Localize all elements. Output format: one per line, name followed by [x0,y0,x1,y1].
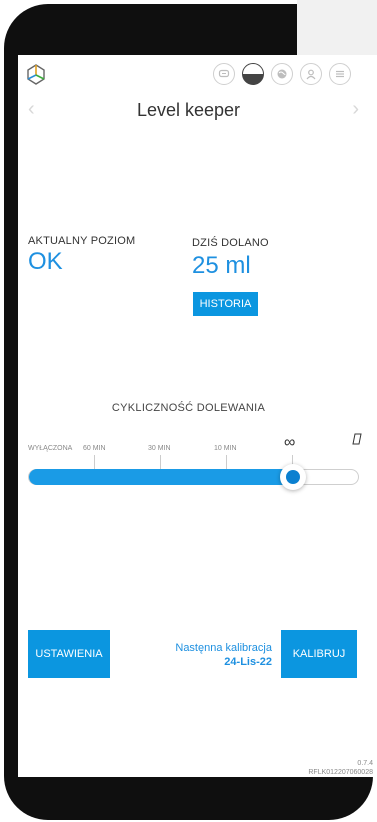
slider-tick [160,455,161,469]
tick-label-30min: 30 MIN [148,445,171,452]
history-button[interactable]: HISTORIA [193,292,258,316]
version-label: 0.7.4 [357,760,373,767]
phone-frame: ‹ Level keeper › AKTUALNY POZIOM OK DZIŚ… [0,0,377,822]
slider-tick [226,455,227,469]
cycle-slider-track[interactable] [28,469,359,485]
next-calibration-label: Nastęnna kalibracja [175,642,272,654]
top-icon-bar [213,63,351,85]
chat-icon[interactable] [213,63,235,85]
cycle-slider-fill [29,469,294,485]
tick-label-10min: 10 MIN [214,445,237,452]
next-calibration-date: 24-Lis-22 [224,656,272,668]
background-decoration [297,0,377,55]
manual-mode-icon [352,433,362,448]
slider-tick [94,455,95,469]
serial-number: RFLK012207060028 [308,769,373,776]
today-added-value: 25 ml [192,252,251,279]
logo-icon [24,62,48,86]
menu-icon[interactable] [329,63,351,85]
page-title: Level keeper [136,100,241,120]
calibrate-button[interactable]: KALIBRUJ [281,630,357,678]
tick-label-off: WYŁĄCZONA [28,445,73,452]
settings-button[interactable]: USTAWIENIA [28,630,110,678]
level-icon[interactable] [242,63,264,85]
cycle-section-title: CYKLICZNOŚĆ DOLEWANIA [111,402,266,414]
cycle-slider-thumb[interactable] [279,464,306,490]
today-added-label: DZIŚ DOLANO [192,237,269,249]
globe-icon[interactable] [271,63,293,85]
infinity-label: ∞ [284,434,296,451]
current-level-value: OK [28,248,63,275]
current-level-label: AKTUALNY POZIOM [28,235,136,247]
slider-thumb-dot [285,470,300,484]
tick-label-60min: 60 MIN [83,445,106,452]
user-icon[interactable] [300,63,322,85]
chevron-right-icon[interactable]: › [352,98,359,121]
